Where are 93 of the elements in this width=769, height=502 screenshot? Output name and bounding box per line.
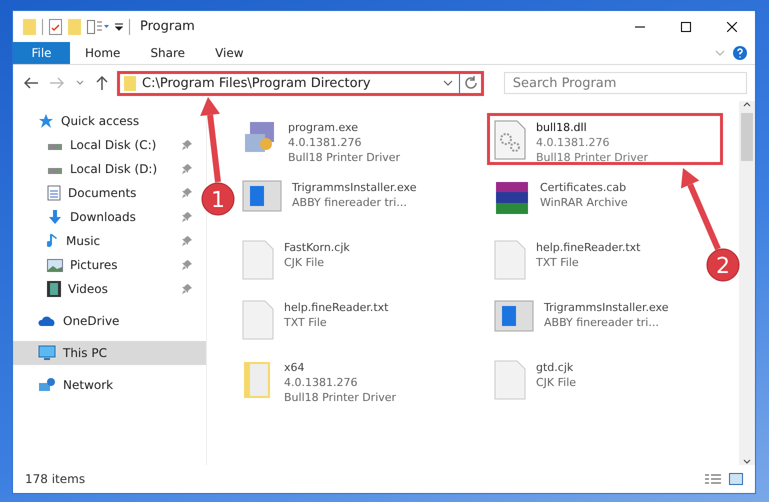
file-item[interactable]: TrigrammsInstaller.exe ABBY finereader tri... [487,293,676,353]
sidebar-item[interactable]: Quick access [13,109,206,133]
properties-icon[interactable] [49,18,62,34]
help-icon[interactable] [733,46,747,60]
address-bar[interactable]: C:\Program Files\Program Directory [117,70,484,96]
sidebar-item[interactable]: Local Disk (D:) [13,157,206,181]
pin-icon [182,260,192,270]
file-name: Certificates.cab [540,180,628,195]
file-name: help.fineReader.txt [536,240,640,255]
file-name: program.exe [288,120,359,135]
file-detail: Bull18 Printer Driver [284,390,396,405]
back-button[interactable] [21,77,41,89]
scroll-thumb[interactable] [741,113,753,161]
cloud-icon [38,315,56,327]
file-name: TrigrammsInstaller.exe [544,300,668,315]
file-item[interactable]: bull18.dll 4.0.1381.276 Bull18 Printer Driver [487,113,723,165]
gear-file-icon [494,120,526,160]
file-detail: TXT File [284,315,328,330]
details-view-icon[interactable] [705,473,721,485]
thumbnails-view-icon[interactable] [729,473,743,485]
maximize-icon [681,22,691,32]
music-note-icon [47,233,59,249]
close-icon [727,22,737,32]
file-detail: 4.0.1381.276 [288,135,362,150]
picture-icon [47,258,63,272]
file-icon [242,240,274,280]
monitor-icon [38,345,56,361]
file-detail: ABBY finereader tri... [544,315,660,330]
sidebar-item[interactable]: This PC [13,341,206,365]
expand-ribbon-icon[interactable] [715,50,725,56]
sidebar-item[interactable]: Music [13,229,206,253]
window-icon [242,180,282,212]
file-item[interactable]: x64 4.0.1381.276 Bull18 Printer Driver [235,353,404,413]
sidebar-item[interactable]: OneDrive [13,309,206,333]
file-detail: TXT File [536,255,580,270]
pin-icon [182,140,192,150]
film-icon [47,281,61,297]
pin-icon [182,164,192,174]
ribbon-tab[interactable]: View [200,42,259,64]
sidebar-item[interactable]: Local Disk (C:) [13,133,206,157]
file-detail: WinRAR Archive [540,195,628,210]
file-detail: 4.0.1381.276 [284,375,358,390]
file-name: gtd.cjk [536,360,574,375]
ribbon-tab[interactable]: Share [135,42,200,64]
file-item[interactable]: help.fineReader.txt TXT File [235,293,396,353]
step-badge: 2 [706,248,740,282]
ribbon-tab[interactable]: File [13,42,70,64]
file-item[interactable]: gtd.cjk CJK File [487,353,584,413]
window-title: Program [140,19,195,34]
view-list-icon[interactable] [87,20,109,34]
file-name: help.fineReader.txt [284,300,388,315]
network-icon [38,377,56,393]
sidebar-item[interactable]: Pictures [13,253,206,277]
sidebar-item[interactable]: Videos [13,277,206,301]
file-item[interactable]: FastKorn.cjk CJK File [235,233,357,293]
ribbon-tab[interactable]: Home [70,42,136,64]
file-item[interactable]: help.fineReader.txt TXT File [487,233,648,293]
document-icon [47,185,61,201]
pin-icon [182,212,192,222]
file-detail: 4.0.1381.276 [536,135,610,150]
search-field[interactable]: Search Program [504,72,747,94]
file-name: TrigrammsInstaller.exe [292,180,416,195]
scroll-down-icon[interactable] [743,459,751,465]
step-badge: 1 [202,182,234,216]
file-detail: Bull18 Printer Driver [536,150,648,165]
file-item[interactable]: Certificates.cab WinRAR Archive [487,173,635,233]
file-detail: ABBY finereader tri... [292,195,408,210]
scrollbar[interactable] [739,101,755,465]
dropdown-caret-icon[interactable] [442,80,453,86]
scroll-up-icon[interactable] [743,101,751,107]
file-icon [494,240,526,280]
file-item[interactable]: program.exe 4.0.1381.276 Bull18 Printer Driver [235,113,408,173]
file-icon [242,300,274,340]
sidebar-item[interactable]: Network [13,373,206,397]
file-detail: Bull18 Printer Driver [288,150,400,165]
file-name: FastKorn.cjk [284,240,350,255]
window-icon [494,300,534,332]
file-detail: CJK File [536,375,576,390]
pin-icon [182,284,192,294]
item-count: 178 items [25,472,86,486]
file-name: bull18.dll [536,120,588,135]
file-item[interactable]: TrigrammsInstaller.exe ABBY finereader tri... [235,173,424,233]
pin-icon [182,236,192,246]
folder-icon [124,76,136,90]
pin-icon [182,188,192,198]
file-detail: CJK File [284,255,326,270]
customize-caret-icon[interactable] [115,22,123,30]
down-arrow-icon [47,209,63,225]
star-icon [38,113,54,129]
archive-icon [494,180,530,216]
file-icon [494,360,526,400]
file-name: x64 [284,360,306,375]
folder-icon [23,18,36,34]
